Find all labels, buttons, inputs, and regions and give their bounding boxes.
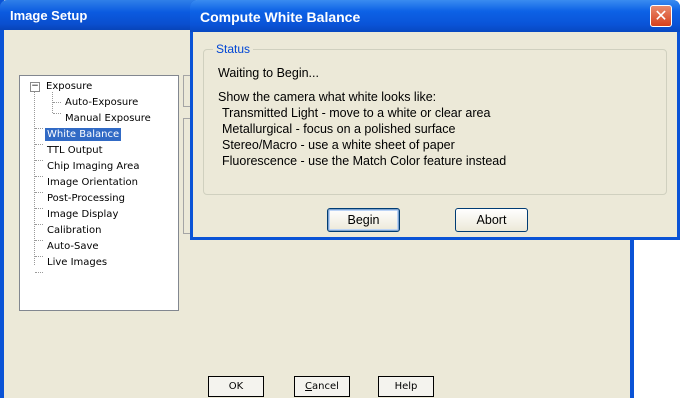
instruction-stereo: Stereo/Macro - use a white sheet of pape… bbox=[222, 138, 455, 152]
tree-connector bbox=[35, 240, 43, 241]
instruction-fluorescence: Fluorescence - use the Match Color featu… bbox=[222, 154, 507, 168]
white-balance-dialog: Compute White Balance ✕ Status Waiting t… bbox=[190, 0, 680, 240]
tree-connector bbox=[35, 160, 43, 161]
tree-item-auto-save[interactable]: Auto-Save bbox=[47, 240, 99, 253]
ok-button[interactable]: OK bbox=[208, 376, 264, 397]
help-label: Help bbox=[394, 381, 418, 392]
tree-connector bbox=[35, 128, 43, 129]
tree-connector bbox=[35, 176, 43, 177]
tree-connector bbox=[35, 208, 43, 209]
cancel-label: ancel bbox=[312, 381, 339, 392]
cancel-button[interactable]: Cancel bbox=[294, 376, 350, 397]
tree-connector bbox=[35, 224, 43, 225]
instruction-transmitted: Transmitted Light - move to a white or c… bbox=[222, 106, 491, 120]
tree-connector bbox=[53, 102, 61, 103]
image-setup-title: Image Setup bbox=[10, 8, 88, 23]
tree-item-chip-imaging-area[interactable]: Chip Imaging Area bbox=[47, 160, 139, 173]
tree-connector bbox=[35, 144, 43, 145]
tree-item-live-images[interactable]: Live Images bbox=[47, 256, 107, 269]
close-icon[interactable]: ✕ bbox=[650, 5, 672, 27]
status-group-label: Status bbox=[213, 42, 254, 56]
tree-item-image-display[interactable]: Image Display bbox=[47, 208, 118, 221]
settings-tree[interactable]: − Exposure Auto-Exposure Manual Exposure… bbox=[19, 75, 179, 311]
tree-item-ttl-output[interactable]: TTL Output bbox=[47, 144, 103, 157]
instruction-metallurgical: Metallurgical - focus on a polished surf… bbox=[222, 122, 456, 136]
tree-connector bbox=[53, 113, 61, 114]
status-text: Waiting to Begin... bbox=[218, 66, 319, 80]
ok-label: OK bbox=[228, 381, 244, 392]
tree-item-auto-exposure[interactable]: Auto-Exposure bbox=[65, 96, 138, 109]
abort-button[interactable]: Abort bbox=[455, 208, 528, 232]
tree-item-calibration[interactable]: Calibration bbox=[47, 224, 101, 237]
white-balance-title: Compute White Balance bbox=[200, 9, 361, 25]
white-balance-title-bar[interactable]: Compute White Balance ✕ bbox=[190, 0, 680, 32]
tree-item-white-balance[interactable]: White Balance bbox=[45, 128, 122, 141]
cancel-label-mnemonic: C bbox=[305, 381, 313, 392]
tree-item-image-orientation[interactable]: Image Orientation bbox=[47, 176, 138, 189]
tree-connector bbox=[35, 192, 43, 193]
instruction-heading: Show the camera what white looks like: bbox=[218, 90, 437, 104]
tree-item-manual-exposure[interactable]: Manual Exposure bbox=[65, 112, 151, 125]
begin-button[interactable]: Begin bbox=[327, 208, 400, 232]
tree-item-exposure[interactable]: Exposure bbox=[46, 80, 92, 93]
tree-item-post-processing[interactable]: Post-Processing bbox=[47, 192, 125, 205]
help-button[interactable]: Help bbox=[378, 376, 434, 397]
tree-connector bbox=[35, 256, 43, 257]
tree-connector bbox=[35, 272, 43, 273]
collapse-icon[interactable]: − bbox=[30, 82, 40, 92]
